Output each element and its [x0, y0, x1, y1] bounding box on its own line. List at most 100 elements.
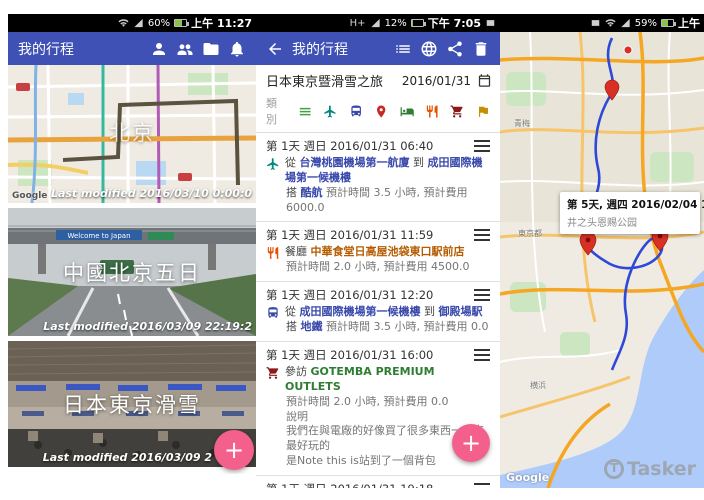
filter-label: 類別 [266, 97, 277, 126]
signal-icon [370, 18, 380, 28]
app-title: 我的行程 [292, 41, 348, 58]
flight-icon [266, 157, 280, 171]
signal-icon [134, 18, 143, 28]
battery-icon [174, 19, 190, 27]
battery-percent: 60% [147, 17, 171, 29]
map-view[interactable]: 東京都 横浜 青梅 第 5天, 週四 2016/02/04 10:26 井之头恩… [500, 31, 704, 488]
status-bar: 59% 上午 [500, 14, 704, 32]
signal-icon [621, 18, 630, 28]
text: 從 [285, 305, 300, 319]
back-icon[interactable] [266, 40, 284, 58]
trip-card-beijing[interactable]: 北京 Google Last modified 2016/03/10 0:00:… [8, 65, 256, 203]
add-trip-fab[interactable]: + [214, 430, 254, 470]
carrier: 地鐵 [300, 320, 323, 334]
delete-icon[interactable] [472, 40, 490, 58]
transit-icon [266, 306, 280, 320]
phone-screen-trip-list: 60% 上午 11:27 我的行程 北京 Google Last modifie… [8, 14, 256, 474]
trip-date[interactable]: 2016/01/31 [402, 74, 471, 88]
text: 搭 [286, 320, 301, 334]
estimate: 預計時間 2.0 小時, 預計費用 0.0 [286, 394, 449, 408]
estimate: 預計時間 2.0 小時, 預計費用 4500.0 [286, 260, 470, 274]
itinerary-item-restaurant[interactable]: 第 1天 週日 2016/01/31 19:18 餐廳 きっさこ 預計時間 1.… [256, 476, 500, 488]
text: 搭 [286, 185, 301, 199]
app-title: 我的行程 [18, 41, 74, 58]
app-bar: 我的行程 [256, 32, 500, 65]
origin: 台灣桃園機場第一航廈 [299, 156, 410, 169]
globe-icon[interactable] [420, 40, 438, 58]
estimate: 預計時間 3.5 小時, 預計費用 0.0 [322, 320, 489, 334]
tasker-wordmark: Tasker [626, 458, 696, 480]
marker-info-window[interactable]: 第 5天, 週四 2016/02/04 10:26 井之头恩赐公园 [560, 192, 704, 234]
text: 到 [420, 305, 439, 319]
wifi-icon [118, 19, 129, 27]
folder-icon[interactable] [202, 40, 220, 58]
map-label: 横浜 [530, 381, 546, 390]
drag-handle[interactable] [474, 349, 490, 364]
status-time: 下午 7:05 [427, 17, 481, 30]
battery-icon [661, 19, 676, 27]
share-icon[interactable] [446, 40, 464, 58]
add-item-fab[interactable]: + [452, 424, 490, 462]
filter-hotel-icon[interactable] [400, 104, 414, 119]
plus-icon: + [223, 436, 245, 464]
battery-icon [410, 19, 426, 27]
map-label: 青梅 [514, 119, 530, 128]
filter-flight-icon[interactable] [323, 104, 337, 119]
svg-text:Welcome to Japan: Welcome to Japan [67, 232, 130, 240]
composite-screenshot: 60% 上午 11:27 我的行程 北京 Google Last modifie… [0, 0, 704, 500]
filter-flag-icon[interactable] [476, 104, 490, 119]
battery-percent: 59% [634, 17, 657, 29]
carrier: 酷航 [300, 185, 323, 199]
itinerary-item-transit[interactable]: 第 1天 週日 2016/01/31 12:20 從 成田國際機場第一候機樓 到… [256, 282, 500, 343]
wifi-icon [605, 19, 616, 27]
itinerary-item-flight[interactable]: 第 1天 週日 2016/01/31 06:40 從 台灣桃園機場第一航廈 到 … [256, 133, 500, 223]
drag-handle[interactable] [474, 289, 490, 304]
google-logo: Google [12, 191, 48, 201]
phone-screen-itinerary: H+ 12% 下午 7:05 我的行程 日本東京暨滑雪之旅 2016/01/31… [256, 14, 500, 488]
network-type: H+ [349, 17, 366, 29]
trip-header: 日本東京暨滑雪之旅 2016/01/31 [256, 65, 500, 92]
bell-icon[interactable] [228, 40, 246, 58]
google-logo: Google [506, 471, 550, 484]
item-day: 第 1天 週日 2016/01/31 11:59 [266, 228, 434, 243]
map-canvas [500, 31, 704, 488]
drag-handle[interactable] [474, 229, 490, 244]
tasker-watermark: Tasker [603, 458, 696, 480]
shopping-cart-icon [266, 366, 280, 380]
trip-title: 日本東京滑雪 [63, 392, 201, 417]
person-icon[interactable] [150, 40, 168, 58]
filter-restaurant-icon[interactable] [425, 104, 439, 119]
info-day-time: 第 5天, 週四 2016/02/04 10:26 [567, 199, 704, 211]
trip-card-china-beijing[interactable]: Welcome to Japan 中國北京五日 Last modified 20… [8, 208, 256, 336]
text: 到 [409, 156, 428, 169]
filter-all-icon[interactable] [298, 104, 312, 119]
last-modified: Last modified 2016/03/10 0:00:0 [50, 187, 252, 200]
trip-name: 日本東京暨滑雪之旅 [266, 75, 384, 90]
category-filter-row: 類別 [256, 92, 500, 133]
itinerary-item-restaurant[interactable]: 第 1天 週日 2016/01/31 11:59 餐廳 中華食堂日高屋池袋東口駅… [256, 222, 500, 283]
group-icon[interactable] [176, 40, 194, 58]
drag-handle[interactable] [474, 140, 490, 155]
text: 從 [285, 156, 300, 169]
app-bar: 我的行程 [8, 32, 256, 65]
drag-handle[interactable] [474, 482, 490, 488]
battery-percent: 12% [384, 17, 407, 29]
item-day: 第 1天 週日 2016/01/31 16:00 [266, 348, 434, 363]
filter-shopping-icon[interactable] [450, 104, 464, 119]
item-day: 第 1天 週日 2016/01/31 06:40 [266, 139, 434, 153]
note-label: 說明 [286, 409, 308, 423]
tasker-logo-icon [603, 459, 624, 479]
trip-title: 中國北京五日 [63, 260, 201, 285]
status-time: 上午 [678, 17, 700, 30]
filter-place-icon[interactable] [374, 104, 388, 119]
info-place-name: 井之头恩赐公园 [567, 218, 637, 229]
map-label: 東京都 [518, 229, 542, 238]
reorder-icon[interactable] [394, 40, 412, 58]
note-text: 是Note this is站到了一個背包 [286, 454, 436, 468]
plus-icon: + [460, 429, 482, 457]
item-day: 第 1天 週日 2016/01/31 19:18 [266, 481, 490, 488]
filter-transit-icon[interactable] [349, 104, 363, 119]
calendar-icon[interactable] [477, 73, 492, 88]
text: 參訪 [285, 365, 311, 379]
item-day: 第 1天 週日 2016/01/31 12:20 [266, 288, 434, 303]
